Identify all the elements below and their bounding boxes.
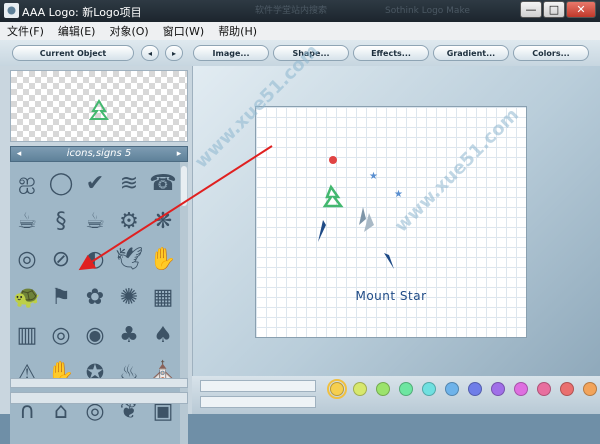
tree-logo-preview-icon bbox=[89, 99, 109, 120]
bottom-bar bbox=[192, 376, 600, 414]
color-swatch[interactable] bbox=[327, 379, 347, 399]
brick-wall-icon[interactable]: ▦ bbox=[146, 280, 180, 314]
tree-icon[interactable]: ♣ bbox=[112, 318, 146, 352]
star-icon: ★ bbox=[394, 189, 403, 200]
gears-icon[interactable]: ⚙ bbox=[112, 204, 146, 238]
app-logo-icon bbox=[4, 3, 19, 18]
horizontal-scrollbar[interactable] bbox=[200, 380, 316, 392]
color-swatch[interactable] bbox=[514, 382, 528, 396]
color-swatch[interactable] bbox=[560, 382, 574, 396]
menu-window[interactable]: 窗口(W) bbox=[156, 23, 211, 39]
telephone-icon[interactable]: ☎ bbox=[146, 166, 180, 200]
pine-tree-icon[interactable]: ♠ bbox=[146, 318, 180, 352]
library-name: icons,signs 5 bbox=[66, 148, 132, 159]
gradient-button[interactable]: Gradient... bbox=[433, 45, 509, 61]
family-icon[interactable]: ⚑ bbox=[44, 280, 78, 314]
red-dot-icon bbox=[329, 156, 337, 164]
color-swatch[interactable] bbox=[445, 382, 459, 396]
menu-object[interactable]: 对象(O) bbox=[102, 23, 155, 39]
background-tab-label: Sothink Logo Make bbox=[385, 6, 470, 16]
current-object-button[interactable]: Current Object bbox=[12, 45, 134, 61]
flower-icon[interactable]: ✿ bbox=[78, 280, 112, 314]
concentric-icon[interactable]: ◎ bbox=[44, 318, 78, 352]
status-bar bbox=[10, 392, 188, 404]
menu-bar: 文件(F) 编辑(E) 对象(O) 窗口(W) 帮助(H) bbox=[0, 22, 600, 41]
steaming-cup-icon[interactable]: ☕ bbox=[78, 204, 112, 238]
design-workspace: ★ ★ Mount Star bbox=[192, 66, 600, 376]
swirl-trio-icon[interactable]: ஐ bbox=[10, 166, 44, 200]
maximize-button[interactable]: □ bbox=[543, 1, 565, 18]
coffee-cup-icon[interactable]: ☕ bbox=[10, 204, 44, 238]
mountain-peak-icon bbox=[364, 213, 374, 232]
close-button[interactable]: ✕ bbox=[566, 1, 596, 18]
no-sign-icon[interactable]: ⊘ bbox=[44, 242, 78, 276]
shape-button[interactable]: Shape... bbox=[273, 45, 349, 61]
color-swatch[interactable] bbox=[353, 382, 367, 396]
toolbar: Current Object ◂ ▸ Image... Shape... Eff… bbox=[0, 40, 600, 66]
color-swatch[interactable] bbox=[583, 382, 597, 396]
star-icon: ★ bbox=[369, 171, 378, 182]
fan-icon[interactable]: ❋ bbox=[146, 204, 180, 238]
object-panel: ◂ icons,signs 5 ▸ ஐ ◯ ✔ ≋ ☎ ☕ § ☕ ⚙ ❋ ◎ ⊘ ◐ 🕊 ✋ 🐢 ⚑ ✿ ✺ ▦ ▥ ◎… bbox=[0, 66, 192, 444]
color-swatch[interactable] bbox=[537, 382, 551, 396]
status-bar bbox=[10, 378, 188, 388]
effects-button[interactable]: Effects... bbox=[353, 45, 429, 61]
spiral-icon[interactable]: ◎ bbox=[10, 242, 44, 276]
page-scrollbar[interactable] bbox=[200, 396, 316, 408]
ring-icon[interactable]: ◯ bbox=[44, 166, 78, 200]
previous-object-button[interactable]: ◂ bbox=[141, 45, 159, 61]
colors-button[interactable]: Colors... bbox=[513, 45, 589, 61]
library-selector[interactable]: ◂ icons,signs 5 ▸ bbox=[10, 146, 188, 162]
menu-edit[interactable]: 编辑(E) bbox=[51, 23, 103, 39]
menu-file[interactable]: 文件(F) bbox=[0, 23, 51, 39]
sun-face-icon[interactable]: ✺ bbox=[112, 280, 146, 314]
next-object-button[interactable]: ▸ bbox=[165, 45, 183, 61]
color-swatch[interactable] bbox=[468, 382, 482, 396]
barcode-icon[interactable]: ▥ bbox=[10, 318, 44, 352]
color-swatch[interactable] bbox=[399, 382, 413, 396]
swoosh-icon[interactable]: ✔ bbox=[78, 166, 112, 200]
window-title: AAA Logo: 新Logo项目 bbox=[22, 6, 142, 19]
dove-icon[interactable]: 🕊 bbox=[112, 242, 146, 276]
color-swatch[interactable] bbox=[491, 382, 505, 396]
wave-lines-icon[interactable]: ≋ bbox=[112, 166, 146, 200]
library-next-button[interactable]: ▸ bbox=[171, 147, 187, 161]
mountain-peak-icon bbox=[359, 207, 366, 225]
image-button[interactable]: Image... bbox=[193, 45, 269, 61]
menu-help[interactable]: 帮助(H) bbox=[211, 23, 264, 39]
blade-icon bbox=[384, 253, 394, 269]
globe-icon[interactable]: ◐ bbox=[78, 242, 112, 276]
logo-canvas[interactable]: ★ ★ Mount Star bbox=[255, 106, 527, 338]
color-swatch[interactable] bbox=[422, 382, 436, 396]
s-curve-icon[interactable]: § bbox=[44, 204, 78, 238]
object-preview bbox=[10, 70, 188, 142]
tree-icon bbox=[322, 184, 344, 208]
blade-icon bbox=[318, 220, 326, 242]
turtle-icon[interactable]: 🐢 bbox=[10, 280, 44, 314]
maze-icon[interactable]: ◉ bbox=[78, 318, 112, 352]
background-tab-label: 软件学堂站内搜索 bbox=[255, 6, 328, 16]
hand-icon[interactable]: ✋ bbox=[146, 242, 180, 276]
color-swatch[interactable] bbox=[376, 382, 390, 396]
title-bar: AAA Logo: 新Logo项目 软件学堂站内搜索 Sothink Logo … bbox=[0, 0, 600, 22]
library-prev-button[interactable]: ◂ bbox=[11, 147, 27, 161]
minimize-button[interactable]: — bbox=[520, 1, 542, 18]
logo-text[interactable]: Mount Star bbox=[256, 289, 526, 303]
